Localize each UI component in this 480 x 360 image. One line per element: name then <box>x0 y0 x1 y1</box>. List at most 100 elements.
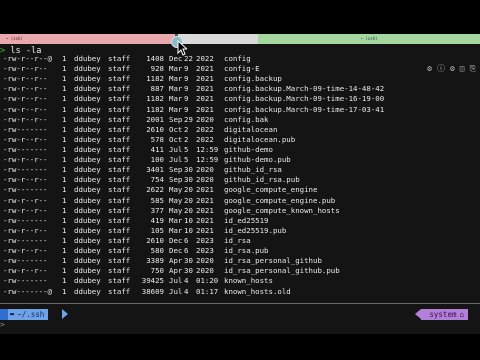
file-size: 2610 <box>146 235 164 245</box>
time-or-year: 2021 <box>196 74 214 84</box>
os-segment <box>0 309 8 320</box>
system-label: system <box>429 310 457 319</box>
input-prompt[interactable]: > <box>0 320 5 330</box>
month: Dec <box>169 246 183 256</box>
owner: ddubey <box>74 195 101 205</box>
owner: ddubey <box>74 276 101 286</box>
time-or-year: 2023 <box>196 246 214 256</box>
link-count: 1 <box>62 144 67 154</box>
file-size: 3389 <box>146 256 164 266</box>
time-or-year: 2021 <box>196 64 214 74</box>
group: staff <box>108 286 131 296</box>
split-icon[interactable]: ◫ <box>460 64 465 74</box>
home-icon: ⌂ <box>459 310 464 319</box>
permissions: -rw-r--r-- <box>3 266 48 276</box>
day: 2 <box>184 124 189 134</box>
system-segment: system ⌂ <box>421 309 468 320</box>
day: 5 <box>184 144 189 154</box>
day: 6 <box>184 246 189 256</box>
group: staff <box>108 134 131 144</box>
link-count: 1 <box>62 165 67 175</box>
permissions: -rw-r--r-- <box>3 64 48 74</box>
owner: ddubey <box>74 134 101 144</box>
day: 5 <box>184 155 189 165</box>
link-count: 1 <box>62 104 67 114</box>
permissions: -rw------- <box>3 235 48 245</box>
status-bar: ▬ ~/.ssh system ⌂ <box>0 309 480 321</box>
owner: ddubey <box>74 246 101 256</box>
owner: ddubey <box>74 74 101 84</box>
month: Jul <box>169 155 183 165</box>
owner: ddubey <box>74 94 101 104</box>
file-name: id_rsa_personal_github <box>224 256 322 266</box>
file-size: 2610 <box>146 124 164 134</box>
file-size: 2622 <box>146 185 164 195</box>
day: 22 <box>184 54 193 63</box>
time-or-year: 2021 <box>196 215 214 225</box>
file-size: 105 <box>150 225 164 235</box>
file-name: config.backup.March-09-time-16-19-00 <box>224 94 385 104</box>
gear-icon[interactable]: ⚙ <box>427 64 432 74</box>
file-name: config.bak <box>224 114 269 124</box>
group: staff <box>108 215 131 225</box>
link-count: 1 <box>62 266 67 276</box>
link-count: 1 <box>62 286 67 296</box>
file-name: config-E <box>224 64 260 74</box>
permissions: -rw-r--r-- <box>3 225 48 235</box>
file-name: id_ed25519 <box>224 215 269 225</box>
day: 20 <box>184 185 193 195</box>
group: staff <box>108 235 131 245</box>
time-or-year: 01:17 <box>196 286 219 296</box>
month: Mar <box>169 225 183 235</box>
time-or-year: 2021 <box>196 205 214 215</box>
month: Oct <box>169 134 183 144</box>
owner: ddubey <box>74 185 101 195</box>
file-name: config.backup.March-09-time-14-48-42 <box>224 84 385 94</box>
file-size: 1182 <box>146 94 164 104</box>
month: May <box>169 185 183 195</box>
time-or-year: 01:20 <box>196 276 219 286</box>
tab-3[interactable]: ~ (zsh) <box>258 34 480 44</box>
month: Sep <box>169 114 183 124</box>
clipboard-icon[interactable]: ⎘ <box>470 64 476 74</box>
owner: ddubey <box>74 266 101 276</box>
day: 20 <box>184 205 193 215</box>
file-name: google_compute_engine <box>224 185 318 195</box>
directory-segment-arrow <box>62 309 68 319</box>
info-icon[interactable]: ⓘ <box>437 64 445 74</box>
month: Mar <box>169 215 183 225</box>
link-count: 1 <box>62 134 67 144</box>
time-or-year: 2022 <box>196 124 214 134</box>
month: Mar <box>169 84 183 94</box>
file-name: github-demo <box>224 144 273 154</box>
group: staff <box>108 144 131 154</box>
file-size: 3401 <box>146 165 164 175</box>
file-name: github_id_rsa.pub <box>224 175 300 185</box>
file-size: 1182 <box>146 74 164 84</box>
link-count: 1 <box>62 185 67 195</box>
time-or-year: 12:59 <box>196 144 219 154</box>
file-size: 887 <box>150 84 164 94</box>
month: Dec <box>169 54 183 63</box>
group: staff <box>108 225 131 235</box>
settings-icon[interactable]: ⚙ <box>450 64 455 74</box>
group: staff <box>108 74 131 84</box>
owner: ddubey <box>74 256 101 266</box>
group: staff <box>108 195 131 205</box>
permissions: -rw-------@ <box>3 286 52 296</box>
time-or-year: 12:59 <box>196 155 219 165</box>
time-or-year: 2020 <box>196 256 214 266</box>
file-size: 419 <box>150 215 164 225</box>
file-size: 38609 <box>141 286 164 296</box>
day: 10 <box>184 215 193 225</box>
tab-1[interactable]: ~ (zsh) <box>0 34 175 44</box>
tab-2[interactable] <box>178 34 258 44</box>
group: staff <box>108 165 131 175</box>
day: 2 <box>184 134 189 144</box>
group: staff <box>108 246 131 256</box>
day: 4 <box>184 276 189 286</box>
time-or-year: 2021 <box>196 225 214 235</box>
time-or-year: 2021 <box>196 84 214 94</box>
permissions: -rw------- <box>3 185 48 195</box>
month: Apr <box>169 266 183 276</box>
